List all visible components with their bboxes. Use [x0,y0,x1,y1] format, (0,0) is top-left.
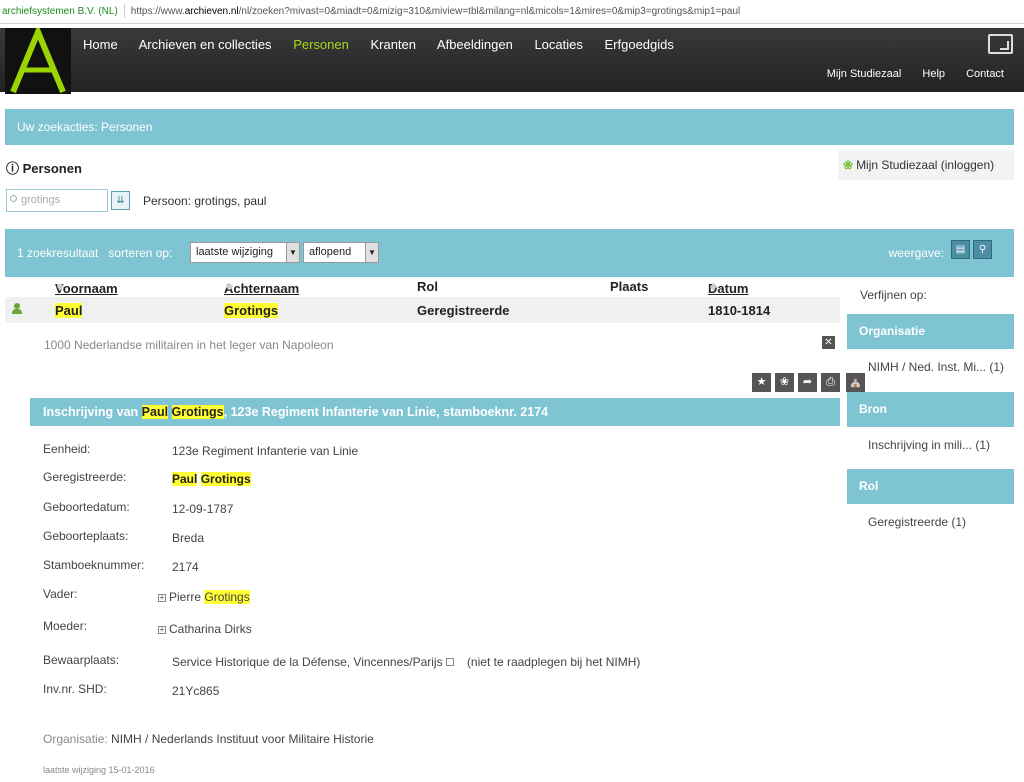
archieven-logo[interactable] [5,28,71,94]
search-input[interactable]: grotings [6,189,108,212]
chevron-down-icon: ▼ [365,243,378,262]
result-count: 1 zoekresultaat sorteren op: [17,246,173,260]
sort-order-select[interactable]: aflopend ▼ [303,242,379,263]
value-eenheid: 123e Regiment Infanterie van Linie [172,444,359,458]
search-dropdown-button[interactable]: ⇊ [111,191,130,210]
url-separator [123,4,125,19]
print-icon[interactable]: ⎙ [821,373,840,392]
label-invnr: Inv.nr. SHD: [43,682,107,696]
sort-field-select[interactable]: laatste wijziging ▼ [190,242,300,263]
organisatie: Organisatie: NIMH / Nederlands Instituut… [43,732,374,746]
value-bewaarplaats: Service Historique de la Défense, Vincen… [172,655,641,669]
results-bar: 1 zoekresultaat sorteren op: laatste wij… [5,229,1014,277]
external-link-icon[interactable] [445,658,454,666]
cell-datum: 1810-1814 [708,303,771,318]
menu-erfgoedgids[interactable]: Erfgoedgids [605,37,674,52]
value-invnr: 21Yc865 [172,684,220,698]
label-geregistreerde: Geregistreerde: [43,470,127,484]
table-row[interactable]: Paul Grotings Geregistreerde 1810-1814 [5,297,840,323]
table-view-icon[interactable]: ▤ [951,240,970,259]
main-menu: Home Archieven en collecties Personen Kr… [83,37,692,52]
label-geboorteplaats: Geboorteplaats: [43,529,129,543]
submenu-mijn-studiezaal[interactable]: Mijn Studiezaal [827,68,902,80]
source-description: 1000 Nederlandse militairen in het leger… [44,338,334,352]
label-vader: Vader: [43,587,78,601]
expand-icon[interactable]: + [158,626,166,634]
label-eenheid: Eenheid: [43,442,91,456]
label-moeder: Moeder: [43,619,88,633]
fullscreen-icon[interactable] [988,34,1013,54]
label-geboortedatum: Geboortedatum: [43,500,130,514]
value-geregistreerde: Paul Grotings [172,472,251,486]
menu-archieven[interactable]: Archieven en collecties [139,37,272,52]
info-icon[interactable]: ⓘ [6,161,19,176]
cell-rol: Geregistreerde [417,303,510,318]
value-geboortedatum: 12-09-1787 [172,502,234,516]
refine-item-organisatie[interactable]: NIMH / Ned. Inst. Mi... (1) [868,360,1004,374]
close-icon[interactable]: ✕ [822,336,835,349]
url-text[interactable]: https://www.archieven.nl/nl/zoeken?mivas… [131,6,740,17]
share-icon[interactable]: ➦ [798,373,817,392]
chevron-down-icon: ⇊ [116,195,125,206]
refine-group-rol[interactable]: Rol [847,469,1014,504]
search-icon [10,195,17,202]
person-icon [12,303,22,315]
refine-item-rol[interactable]: Geregistreerde (1) [868,515,966,529]
site-identity[interactable]: archiefsystemen B.V. (NL) [0,6,118,17]
submenu-help[interactable]: Help [922,68,945,80]
expand-icon[interactable]: + [158,594,166,602]
section-title-text: Personen [22,161,82,176]
mijn-studiezaal-link[interactable]: ❀ Mijn Studiezaal (inloggen) [843,158,994,172]
sort-icon: ◆ [226,281,233,291]
studiezaal-add-icon[interactable]: ❀ [775,373,794,392]
cell-achternaam: Grotings [224,303,279,318]
submenu-contact[interactable]: Contact [966,68,1004,80]
last-modified: laatste wijziging 15-01-2016 [43,765,155,775]
menu-kranten[interactable]: Kranten [370,37,416,52]
refine-group-organisatie[interactable]: Organisatie [847,314,1014,349]
studiezaal-icon: ❀ [843,158,854,172]
menu-afbeeldingen[interactable]: Afbeeldingen [437,37,513,52]
bewaarplaats-link[interactable]: Service Historique de la Défense, Vincen… [172,655,443,669]
browser-url-bar[interactable]: archiefsystemen B.V. (NL) https://www.arc… [0,0,1024,24]
label-bewaarplaats: Bewaarplaats: [43,653,120,667]
logo-a-icon [5,28,71,94]
section-title: ⓘ Personen [6,158,82,177]
results-table-header: Voornaam ◆ Achternaam ◆ Rol Plaats Datum ◆ [5,277,840,297]
menu-locaties[interactable]: Locaties [534,37,582,52]
header-rol: Rol [417,279,438,294]
refine-group-bron[interactable]: Bron [847,392,1014,427]
search-view-icon[interactable]: ⚲ [973,240,992,259]
value-moeder[interactable]: + Catharina Dirks [158,622,252,636]
value-geboorteplaats: Breda [172,531,205,545]
menu-home[interactable]: Home [83,37,118,52]
value-stamboeknummer: 2174 [172,560,199,574]
view-label: weergave: [888,246,944,260]
header-plaats: Plaats [610,279,649,294]
refine-item-bron[interactable]: Inschrijving in mili... (1) [868,438,990,452]
record-title: Inschrijving van Paul Grotings, 123e Reg… [30,398,840,426]
sort-icon: ◆ [57,281,64,291]
sort-icon: ◆ [710,281,717,291]
sub-menu: Mijn Studiezaal Help Contact [809,68,1004,80]
label-stamboeknummer: Stamboeknummer: [43,558,145,572]
menu-personen[interactable]: Personen [293,37,349,52]
value-vader[interactable]: + Pierre Grotings [158,590,250,604]
search-actions-bar[interactable]: Uw zoekacties: Personen [5,109,1014,145]
refine-label: Verfijnen op: [860,288,927,302]
favorite-star-icon[interactable]: ★ [752,373,771,392]
archive-building-icon[interactable]: ⛪ [846,373,865,392]
cell-voornaam: Paul [55,303,83,318]
search-term: Persoon: grotings, paul [143,194,267,208]
chevron-down-icon: ▼ [286,243,299,262]
